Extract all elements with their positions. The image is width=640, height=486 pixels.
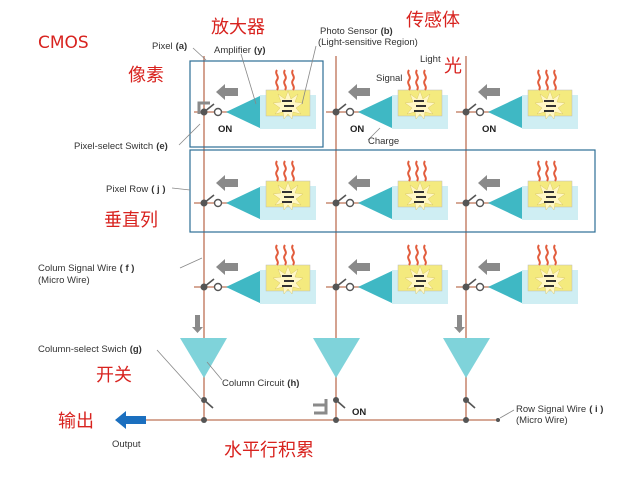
pixel-cell [456, 245, 578, 304]
column-select-label: Column-select Swich (g) [38, 344, 142, 355]
output-arrow-icon [115, 411, 146, 429]
photo-sensor-sublabel: (Light-sensitive Region) [318, 37, 418, 48]
cn-vertical-label: 垂直列 [104, 210, 158, 231]
column-circuit [313, 338, 360, 378]
output-label: Output [112, 439, 141, 450]
cn-switch-label: 开关 [96, 365, 132, 386]
cn-amplifier-label: 放大器 [211, 17, 265, 38]
pixel-cell [456, 70, 578, 129]
cmos-diagram: CMOS 放大器 传感体 像素 光 垂直列 开关 输出 水平行积累 Pixel(… [0, 0, 640, 486]
pixel-cell [194, 161, 316, 220]
on-label: ON [350, 124, 364, 135]
pixel-label: Pixel (a) [152, 41, 187, 52]
row-micro-wire-label: (Micro Wire) [516, 415, 568, 426]
column-circuit-label: Column Circuit (h) [222, 378, 299, 389]
cn-horizontal-label: 水平行积累 [224, 440, 314, 461]
pixel-cell [326, 161, 448, 220]
charge-label: Charge [368, 136, 399, 147]
pixel-cell [456, 161, 578, 220]
pixel-select-label: Pixel-select Switch (e) [74, 141, 168, 152]
on-label: ON [352, 407, 366, 418]
photo-sensor-label: Photo Sensor (b) [320, 26, 393, 37]
cmos-title: CMOS [38, 33, 89, 53]
on-label: ON [218, 124, 232, 135]
light-label: Light [420, 54, 441, 65]
amplifier-label: Amplifier (y) [214, 45, 266, 56]
row-wire-label: Row Signal Wire( i ) [516, 404, 603, 415]
signal-label: Signal [376, 73, 402, 84]
micro-wire-label: (Micro Wire) [38, 275, 90, 286]
pixel-row-label: Pixel Row( j ) [106, 184, 166, 195]
switch-icon [313, 397, 346, 423]
on-label: ON [482, 124, 496, 135]
cn-light-label: 光 [444, 56, 462, 77]
pixel-cell [326, 245, 448, 304]
pixel-cell [194, 245, 316, 304]
switch-icon [463, 397, 476, 423]
cn-output-label: 输出 [58, 411, 94, 432]
column-wire-label: Colum Signal Wire( f ) [38, 263, 134, 274]
switch-icon [201, 397, 214, 423]
cn-sensor-label: 传感体 [406, 10, 460, 31]
cn-pixel-label: 像素 [128, 65, 164, 86]
